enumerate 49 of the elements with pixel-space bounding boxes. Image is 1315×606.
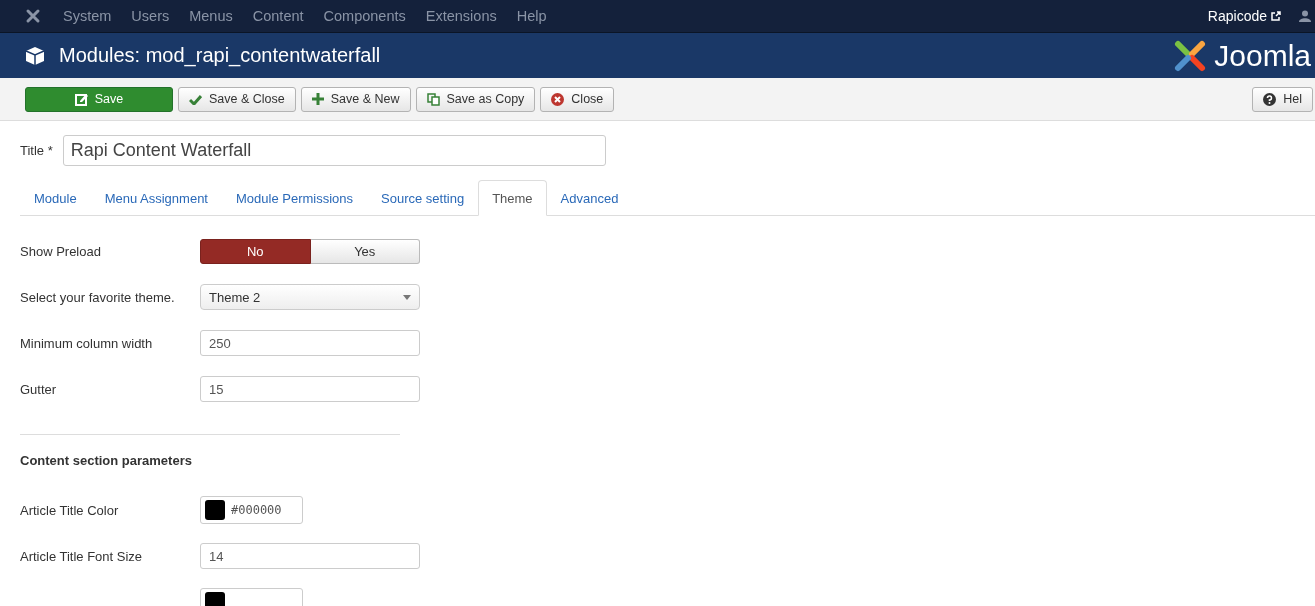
toggle-option[interactable]: No (200, 238, 311, 264)
title-field[interactable]: Rapi Content Waterfall (62, 135, 606, 166)
toolbar-button[interactable]: Close (540, 86, 615, 112)
section-heading: Content section parameters (20, 453, 193, 470)
joomla-menu-icon[interactable] (25, 8, 41, 24)
help-button[interactable]: Hel (1252, 86, 1313, 112)
color-field[interactable]: #000000 (200, 496, 303, 524)
edit-icon (74, 92, 88, 106)
field-label: Article Title Color (20, 502, 120, 518)
copy-icon (426, 92, 440, 106)
input-field[interactable]: 14 (200, 543, 420, 569)
toolbar-button[interactable]: Save as Copy (415, 86, 536, 112)
page-title: Modules: mod_rapi_contentwaterfall (59, 44, 382, 67)
field-label: Select your favorite theme. (20, 289, 176, 305)
field-label: Article Title Font Size (20, 548, 144, 564)
tab[interactable]: Module (20, 180, 91, 216)
menu-item[interactable]: Components (323, 8, 406, 24)
tab[interactable]: Module Permissions (222, 180, 368, 216)
menu-item[interactable]: Help (516, 8, 547, 24)
plus-icon (311, 93, 324, 105)
tab[interactable]: Theme (478, 180, 547, 216)
check-icon (189, 93, 202, 105)
user-icon[interactable] (1299, 10, 1311, 22)
toolbar-button[interactable]: Save & New (300, 86, 411, 112)
menu-item[interactable]: System (63, 8, 112, 24)
field-label: Gutter (20, 381, 58, 397)
theme-dropdown[interactable]: Theme 2 (200, 284, 420, 310)
cube-icon (25, 45, 45, 66)
toolbar-button[interactable]: Save (25, 86, 173, 112)
site-link[interactable]: Rapicode (1207, 8, 1281, 24)
tab[interactable]: Menu Assignment (90, 180, 222, 216)
title-label: Title * (20, 143, 53, 158)
close-icon (551, 92, 565, 106)
caret-icon (403, 294, 411, 300)
external-link-icon (1271, 11, 1281, 21)
menu-item[interactable]: Content (252, 8, 304, 24)
tab[interactable]: Advanced (546, 180, 633, 216)
field-label: Minimum column width (20, 335, 154, 351)
menu-item[interactable]: Users (131, 8, 170, 24)
toolbar-button[interactable]: Save & Close (178, 86, 296, 112)
toggle-option[interactable]: Yes (310, 238, 420, 264)
logo-text: Joomla (1214, 38, 1311, 73)
field-label: Show Preload (20, 243, 102, 259)
help-icon (1263, 92, 1277, 106)
input-field[interactable]: 250 (200, 330, 420, 356)
input-field[interactable]: 15 (200, 376, 420, 402)
tab[interactable]: Source setting (367, 180, 479, 216)
menu-item[interactable]: Menus (189, 8, 233, 24)
menu-item[interactable]: Extensions (425, 8, 497, 24)
